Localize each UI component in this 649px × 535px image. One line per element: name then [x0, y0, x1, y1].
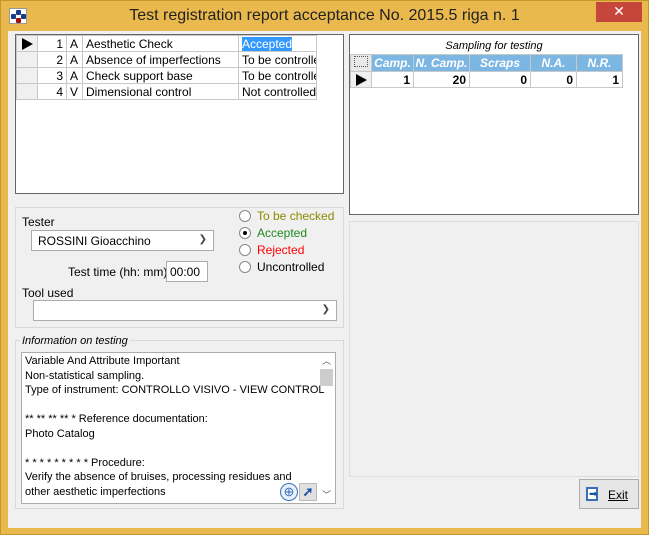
- tool-used-select[interactable]: ❯: [33, 300, 337, 321]
- check-status[interactable]: Not controlled: [238, 83, 317, 100]
- detail-panel: [349, 221, 639, 477]
- test-time-input[interactable]: 00:00: [166, 261, 208, 282]
- info-line: Variable And Attribute Important: [25, 355, 180, 367]
- chevron-down-icon: ❯: [198, 234, 207, 245]
- title-bar: Test registration report acceptance No. …: [1, 1, 648, 31]
- sampling-cell[interactable]: 0: [530, 71, 577, 88]
- check-row[interactable]: 1 A Aesthetic Check Accepted: [16, 35, 317, 52]
- grid-search-icon[interactable]: [350, 54, 372, 72]
- check-type: A: [66, 35, 83, 52]
- column-header[interactable]: Scraps: [469, 54, 531, 72]
- radio-accepted[interactable]: Accepted: [239, 224, 334, 241]
- window-title: Test registration report acceptance No. …: [129, 7, 520, 24]
- info-line: [25, 398, 332, 413]
- info-caption: Information on testing: [20, 335, 130, 347]
- sampling-caption: Sampling for testing: [445, 40, 543, 52]
- row-indicator[interactable]: [16, 67, 38, 84]
- column-header[interactable]: N.R.: [576, 54, 623, 72]
- tester-value: ROSSINI Gioacchino: [38, 234, 151, 248]
- check-number: 3: [37, 67, 67, 84]
- info-line: Photo Catalog: [25, 427, 95, 440]
- globe-icon[interactable]: ⊕: [280, 483, 298, 501]
- tester-group: Tester ROSSINI Gioacchino ❯ Test time (hh…: [15, 207, 344, 328]
- check-status-value: To be controlle: [242, 68, 317, 83]
- check-status[interactable]: To be controlle: [238, 51, 317, 68]
- radio-label: To be checked: [257, 208, 335, 223]
- sampling-row[interactable]: 1 20 0 0 1: [350, 71, 623, 88]
- sampling-panel: Sampling for testing Camp. N. Camp. Scraps…: [349, 34, 639, 215]
- client-area: 1 A Aesthetic Check Accepted 2 A Absence…: [8, 31, 641, 528]
- radio-circle[interactable]: [239, 243, 251, 256]
- check-name: Aesthetic Check: [82, 35, 239, 52]
- exit-button[interactable]: ➡ Exit: [579, 479, 639, 509]
- check-number: 4: [37, 83, 67, 100]
- sampling-cell[interactable]: 20: [413, 71, 470, 88]
- check-type: A: [66, 67, 83, 84]
- check-row[interactable]: 4 V Dimensional control Not controlled: [16, 83, 317, 100]
- radio-circle[interactable]: [239, 209, 251, 222]
- current-row-arrow-icon: [356, 74, 367, 87]
- radio-to-be-checked[interactable]: To be checked: [239, 207, 334, 224]
- column-header[interactable]: Camp.: [371, 54, 414, 72]
- row-indicator[interactable]: [350, 71, 372, 88]
- sampling-cell[interactable]: 0: [469, 71, 531, 88]
- radio-label: Accepted: [257, 225, 308, 240]
- check-status[interactable]: To be controlle: [238, 67, 317, 84]
- chevron-down-icon: ❯: [321, 304, 330, 315]
- sampling-cell[interactable]: 1: [576, 71, 623, 88]
- check-type: A: [66, 51, 83, 68]
- tool-used-label: Tool used: [22, 286, 74, 300]
- row-indicator[interactable]: [16, 35, 38, 52]
- outcome-radio-group: To be checked Accepted Rejected Uncontrolle…: [239, 207, 334, 275]
- radio-circle[interactable]: [239, 260, 251, 273]
- scroll-down-icon[interactable]: ﹀: [318, 487, 335, 503]
- check-status-value: Not controlled: [242, 84, 317, 99]
- info-textbox[interactable]: Variable And Attribute Important Non-stat…: [21, 352, 336, 504]
- info-line: Type of instrument: CONTROLLO VISIVO - V…: [25, 384, 325, 396]
- info-line: * * * * * * * * * Procedure:: [25, 456, 145, 469]
- close-button[interactable]: ✕: [596, 2, 642, 22]
- check-name: Check support base: [82, 67, 239, 84]
- tester-label: Tester: [22, 215, 55, 229]
- check-name: Absence of imperfections: [82, 51, 239, 68]
- row-indicator[interactable]: [16, 83, 38, 100]
- scroll-thumb[interactable]: [320, 369, 333, 386]
- scrollbar[interactable]: ︿ ﹀: [318, 353, 335, 503]
- check-name: Dimensional control: [82, 83, 239, 100]
- check-status[interactable]: Accepted: [238, 35, 317, 52]
- info-line: [25, 441, 332, 456]
- test-time-label: Test time (hh: mm): [68, 265, 168, 279]
- radio-uncontrolled[interactable]: Uncontrolled: [239, 258, 334, 275]
- check-row[interactable]: 2 A Absence of imperfections To be contr…: [16, 51, 317, 68]
- open-link-icon[interactable]: ➚: [299, 483, 317, 501]
- info-line: Non-statistical sampling.: [25, 369, 145, 382]
- radio-label: Rejected: [257, 242, 305, 257]
- column-header[interactable]: N.A.: [530, 54, 577, 72]
- check-number: 1: [37, 35, 67, 52]
- current-row-arrow-icon: [22, 38, 33, 51]
- check-type: V: [66, 83, 83, 100]
- radio-circle[interactable]: [239, 226, 251, 239]
- radio-rejected[interactable]: Rejected: [239, 241, 334, 258]
- window: Test registration report acceptance No. …: [0, 0, 649, 535]
- checks-grid[interactable]: 1 A Aesthetic Check Accepted 2 A Absence…: [15, 34, 344, 194]
- info-group: Information on testing Variable And Attr…: [15, 335, 344, 509]
- exit-door-icon: ➡: [586, 487, 598, 501]
- check-status-value: To be controlle: [242, 52, 317, 67]
- radio-label: Uncontrolled: [257, 259, 325, 274]
- check-number: 2: [37, 51, 67, 68]
- tester-select[interactable]: ROSSINI Gioacchino ❯: [31, 230, 214, 251]
- column-header[interactable]: N. Camp.: [413, 54, 470, 72]
- info-line: ** ** ** ** * Reference documentation:: [25, 413, 208, 425]
- check-status-value: Accepted: [242, 36, 293, 51]
- scroll-up-icon[interactable]: ︿: [318, 353, 335, 369]
- exit-label: Exit: [608, 488, 629, 502]
- sampling-cell[interactable]: 1: [371, 71, 414, 88]
- row-indicator[interactable]: [16, 51, 38, 68]
- check-row[interactable]: 3 A Check support base To be controlle: [16, 67, 317, 84]
